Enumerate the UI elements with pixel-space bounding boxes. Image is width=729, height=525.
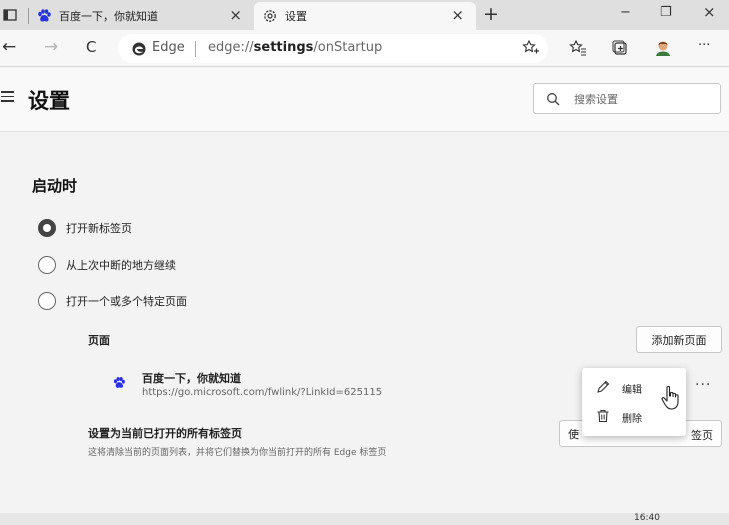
button-label-end: 签页 xyxy=(691,429,713,442)
menu-icon[interactable] xyxy=(1,91,14,102)
address-bar[interactable]: Edge edge://settings/onStartup xyxy=(118,34,548,63)
profile-avatar[interactable] xyxy=(654,39,672,57)
back-button[interactable]: ← xyxy=(2,37,16,57)
close-window-button[interactable]: × xyxy=(703,3,716,21)
favorites-icon[interactable] xyxy=(569,39,587,57)
use-current-tabs-description: 这将清除当前的页面列表，并将它们替换为你当前打开的所有 Edge 标签页 xyxy=(88,448,387,458)
baidu-paw-icon xyxy=(113,377,125,388)
edge-logo-icon xyxy=(132,42,146,56)
pages-label: 页面 xyxy=(88,334,110,347)
radio-button[interactable] xyxy=(38,292,56,310)
tab-close-button[interactable]: × xyxy=(451,6,464,24)
tab-close-button[interactable]: × xyxy=(229,6,242,24)
tab-settings[interactable]: 设置 × xyxy=(254,2,476,30)
omnibox-url: edge://settings/onStartup xyxy=(208,40,383,55)
new-tab-button[interactable]: + xyxy=(483,3,499,25)
tab-baidu[interactable]: 百度一下，你就知道 × xyxy=(28,2,254,30)
use-current-tabs-title: 设置为当前已打开的所有标签页 xyxy=(88,427,242,440)
tab-strip: 百度一下，你就知道 × 设置 × + − ❐ × xyxy=(0,0,729,30)
section-title: 启动时 xyxy=(32,177,78,195)
search-box[interactable] xyxy=(533,83,721,114)
tab-actions-icon[interactable] xyxy=(2,7,18,23)
radio-label: 打开新标签页 xyxy=(66,222,132,235)
tab-title: 设置 xyxy=(285,10,307,23)
refresh-button[interactable]: C xyxy=(86,38,96,56)
collections-icon[interactable] xyxy=(612,39,630,57)
gear-icon xyxy=(264,10,276,22)
forward-button[interactable]: → xyxy=(44,37,58,57)
add-favorite-icon[interactable] xyxy=(522,39,540,57)
button-label-start: 使 xyxy=(568,427,579,441)
page-entry-url: https://go.microsoft.com/fwlink/?LinkId=… xyxy=(142,387,383,398)
navigation-bar: ← → C Edge edge://settings/onStartup ··· xyxy=(0,30,729,67)
settings-header: 设置 xyxy=(0,68,729,132)
search-icon xyxy=(547,93,560,106)
taskbar: 16:40 xyxy=(0,513,729,525)
baidu-paw-icon xyxy=(38,9,51,22)
radio-button[interactable] xyxy=(38,219,56,237)
hand-cursor-icon xyxy=(661,385,679,410)
trash-icon xyxy=(597,409,609,423)
page-title: 设置 xyxy=(28,89,70,113)
menu-item-label: 编辑 xyxy=(622,385,642,396)
restore-button[interactable]: ❐ xyxy=(660,5,672,20)
minimize-button[interactable]: − xyxy=(620,5,631,20)
search-input[interactable] xyxy=(574,89,714,109)
omnibox-separator xyxy=(195,41,196,57)
tab-title: 百度一下，你就知道 xyxy=(59,10,158,23)
radio-label: 从上次中断的地方继续 xyxy=(66,259,176,272)
radio-label: 打开一个或多个特定页面 xyxy=(66,295,187,308)
pencil-icon xyxy=(597,380,610,393)
omnibox-label: Edge xyxy=(152,40,185,55)
menu-item-label: 删除 xyxy=(622,414,642,425)
page-entry-name: 百度一下，你就知道 xyxy=(142,372,241,385)
page-more-button[interactable]: ··· xyxy=(695,377,711,393)
add-new-page-button[interactable]: 添加新页面 xyxy=(636,326,722,353)
settings-content: 启动时 打开新标签页 从上次中断的地方继续 打开一个或多个特定页面 页面 添加新… xyxy=(0,133,729,525)
radio-button[interactable] xyxy=(38,256,56,274)
settings-more-button[interactable]: ··· xyxy=(698,38,710,53)
taskbar-clock: 16:40 xyxy=(634,513,660,523)
